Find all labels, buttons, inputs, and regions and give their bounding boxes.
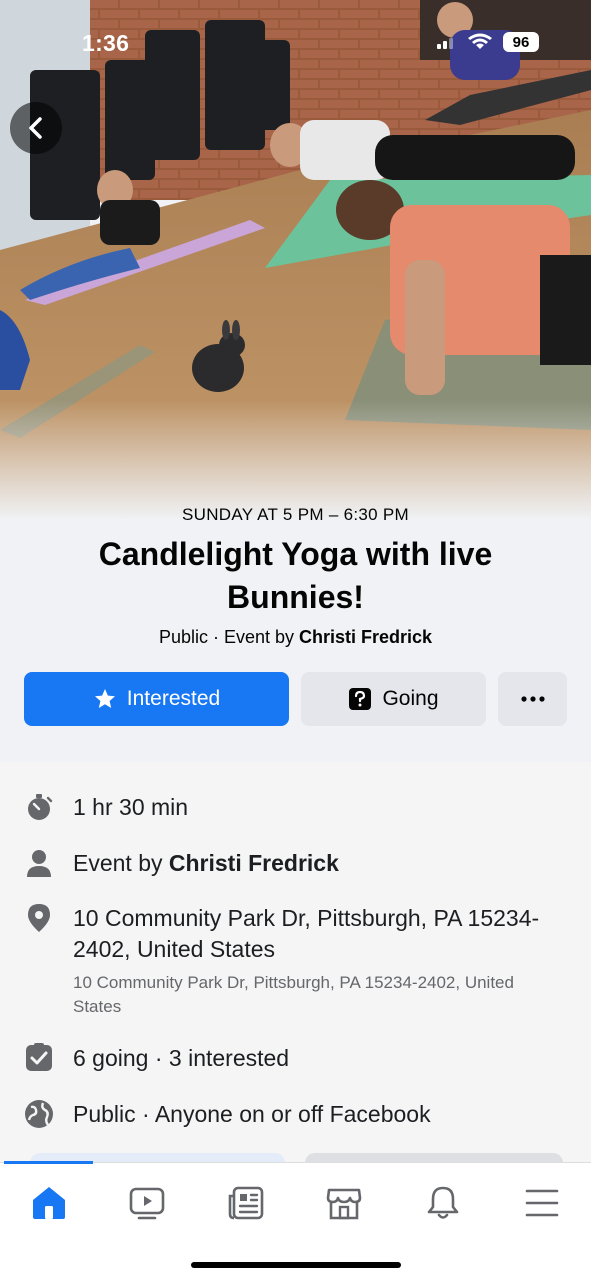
status-bar: 1:36 96 xyxy=(0,0,591,90)
menu-icon xyxy=(525,1189,559,1217)
signal-icon xyxy=(437,38,453,49)
tab-home[interactable] xyxy=(29,1183,69,1223)
address-text: 10 Community Park Dr, Pittsburgh, PA 152… xyxy=(73,905,540,962)
person-icon xyxy=(27,850,51,877)
interested-button[interactable]: Interested xyxy=(24,672,289,726)
event-privacy: Public · Event by xyxy=(158,627,294,647)
back-button[interactable] xyxy=(10,102,62,154)
home-indicator[interactable] xyxy=(191,1262,401,1268)
event-header: SUNDAY AT 5 PM – 6:30 PM Candlelight Yog… xyxy=(0,505,591,648)
event-details: 1 hr 30 min Event by Christi Fredrick 10… xyxy=(0,762,591,1162)
host-prefix: Event by xyxy=(73,850,163,876)
home-icon xyxy=(33,1187,65,1219)
event-datetime: SUNDAY AT 5 PM – 6:30 PM xyxy=(181,505,410,524)
video-icon xyxy=(129,1187,165,1220)
wifi-icon xyxy=(468,33,492,49)
address-secondary: 10 Community Park Dr, Pittsburgh, PA 152… xyxy=(73,973,514,1016)
duration-text: 1 hr 30 min xyxy=(73,794,189,820)
event-subtitle: Public · Event by Christi Fredrick xyxy=(0,627,591,648)
tab-menu[interactable] xyxy=(522,1183,562,1223)
notifications-icon xyxy=(427,1186,459,1219)
interested-label: Interested xyxy=(126,687,221,710)
star-icon xyxy=(94,689,115,708)
chevron-left-icon xyxy=(29,117,42,139)
calendar-check-icon xyxy=(349,688,372,710)
news-icon xyxy=(228,1186,264,1220)
tab-news[interactable] xyxy=(226,1183,266,1223)
going-label: Going xyxy=(382,687,439,710)
more-icon xyxy=(520,696,545,702)
battery-indicator: 96 xyxy=(503,32,539,52)
attendance-text: 6 going · 3 interested xyxy=(73,1045,290,1071)
event-host-link[interactable]: Christi Fredrick xyxy=(299,627,432,647)
tab-notifications[interactable] xyxy=(423,1183,463,1223)
more-options-button[interactable] xyxy=(498,672,567,726)
marketplace-icon xyxy=(326,1188,362,1220)
host-name-link[interactable]: Christi Fredrick xyxy=(169,850,339,876)
event-actions: Interested Going xyxy=(24,672,567,726)
status-time: 1:36 xyxy=(82,30,130,56)
stopwatch-icon xyxy=(28,794,53,820)
checkbox-icon xyxy=(26,1043,52,1071)
going-button[interactable]: Going xyxy=(301,672,486,726)
tab-video[interactable] xyxy=(127,1183,167,1223)
globe-icon xyxy=(25,1100,53,1128)
tab-marketplace[interactable] xyxy=(324,1183,364,1223)
location-pin-icon xyxy=(28,904,50,932)
visibility-text: Public · Anyone on or off Facebook xyxy=(73,1101,431,1127)
active-tab-indicator xyxy=(4,1161,93,1164)
event-title: Candlelight Yoga with live Bunnies! xyxy=(98,536,493,615)
